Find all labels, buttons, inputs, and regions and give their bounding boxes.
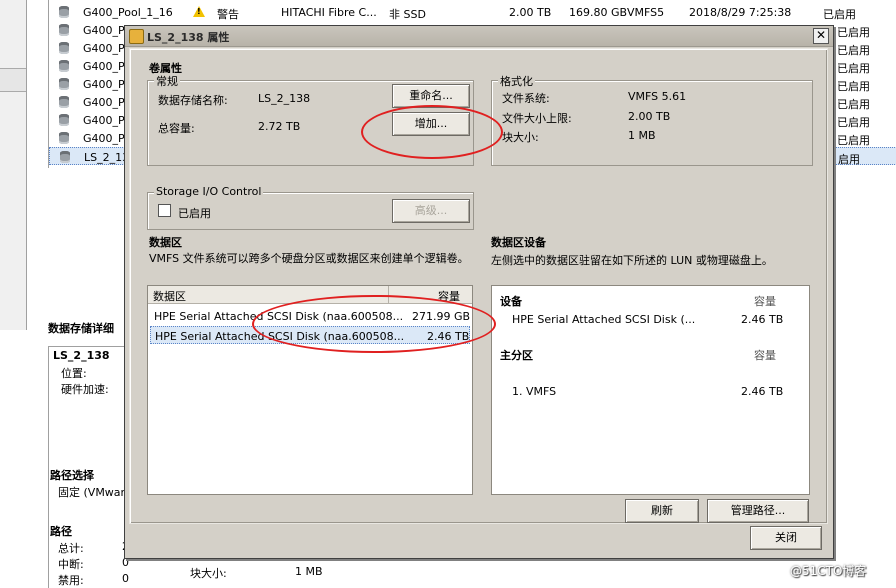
increase-button[interactable]: 增加... <box>392 112 470 136</box>
device-text: HITACHI Fibre C... <box>281 6 377 19</box>
dialog-titlebar[interactable]: LS_2_138 属性 ✕ <box>125 26 833 47</box>
sioc-enabled-label: 已启用 <box>178 207 211 220</box>
total-capacity-value: 2.72 TB <box>258 120 301 133</box>
drive-type-text: 非 SSD <box>389 8 426 21</box>
path-heading: 路径 <box>50 525 72 538</box>
datastore-icon <box>59 6 69 18</box>
datastore-icon <box>59 60 69 72</box>
close-button[interactable]: 关闭 <box>750 526 822 550</box>
general-group: 常规 数据存储名称: LS_2_138 总容量: 2.72 TB 重命名... … <box>147 73 474 166</box>
datastore-icon <box>59 132 69 144</box>
max-file-size-label: 文件大小上限: <box>502 112 572 125</box>
state-text: 已启用 <box>837 116 870 129</box>
column-separator <box>388 286 389 303</box>
datastore-name-value: LS_2_138 <box>258 92 311 105</box>
datastore-icon <box>59 114 69 126</box>
extent-name: HPE Serial Attached SCSI Disk (naa.60050… <box>155 330 405 343</box>
primary-partitions-label: 主分区 <box>500 349 533 362</box>
device-capacity: 2.46 TB <box>741 313 784 326</box>
disabled-value: 0 <box>122 572 129 585</box>
watermark-text: @51CTO博客 <box>790 564 867 578</box>
extents-list-header: 数据区 容量 <box>148 286 472 304</box>
device-capacity-label: 容量 <box>754 295 776 308</box>
datastore-name-label: 数据存储名称: <box>158 94 228 107</box>
datastore-name: LS_2_13 <box>84 151 130 164</box>
block-size-label: 块大小: <box>502 131 539 144</box>
close-icon[interactable]: ✕ <box>813 28 829 44</box>
path-select-heading: 路径选择 <box>50 469 94 482</box>
format-group: 格式化 文件系统: VMFS 5.61 文件大小上限: 2.00 TB 块大小:… <box>491 73 813 166</box>
warning-icon: ! <box>193 6 205 17</box>
disabled-label: 禁用: <box>58 574 84 587</box>
block-size-value: 1 MB <box>628 129 656 142</box>
filesystem-label: 文件系统: <box>502 92 550 105</box>
extents-heading: 数据区 <box>149 236 182 249</box>
capacity-text: 2.00 TB <box>509 6 552 19</box>
datastore-icon <box>129 29 144 44</box>
datastore-icon <box>59 78 69 90</box>
partition-capacity: 2.46 TB <box>741 385 784 398</box>
extents-list[interactable]: 数据区 容量 HPE Serial Attached SCSI Disk (na… <box>147 285 473 495</box>
partitions-capacity-label: 容量 <box>754 349 776 362</box>
extents-description: VMFS 文件系统可以跨多个硬盘分区或数据区来创建单个逻辑卷。 <box>149 252 469 265</box>
extent-name: HPE Serial Attached SCSI Disk (naa.60050… <box>154 310 404 323</box>
dialog-content: 卷属性 常规 数据存储名称: LS_2_138 总容量: 2.72 TB 重命名… <box>129 48 828 524</box>
total-label: 总计: <box>58 542 84 555</box>
free-text: 169.80 GB <box>569 6 628 19</box>
left-panel <box>0 0 27 330</box>
block-size-value: 1 MB <box>295 565 323 578</box>
sioc-group: Storage I/O Control 已启用 高级... <box>147 185 474 230</box>
hw-accel-label: 硬件加速: <box>61 383 109 396</box>
table-row[interactable]: G400_Pool_1_16 ! 警告 HITACHI Fibre C... 非… <box>49 3 896 21</box>
state-text: 已启用 <box>837 62 870 75</box>
extent-row[interactable]: HPE Serial Attached SCSI Disk (naa.60050… <box>150 307 470 325</box>
last-update-text: 2018/8/29 7:25:38 <box>689 6 792 19</box>
general-group-title: 常规 <box>154 73 180 89</box>
capacity-column-header[interactable]: 容量 <box>438 288 460 304</box>
sioc-enabled-checkbox[interactable] <box>158 204 171 217</box>
total-capacity-label: 总容量: <box>158 122 195 135</box>
advanced-button[interactable]: 高级... <box>392 199 470 223</box>
location-label: 位置: <box>61 367 87 380</box>
max-file-size-value: 2.00 TB <box>628 110 671 123</box>
status-text: 警告 <box>217 8 239 21</box>
format-group-title: 格式化 <box>498 73 535 89</box>
state-text: 已启用 <box>837 44 870 57</box>
extent-device-heading: 数据区设备 <box>491 236 546 249</box>
datastore-icon <box>60 151 70 163</box>
left-panel-tab[interactable] <box>0 68 26 92</box>
extent-device-panel: 设备 容量 HPE Serial Attached SCSI Disk (...… <box>491 285 810 495</box>
extent-capacity: 2.46 TB <box>427 330 470 343</box>
type-text: VMFS5 <box>627 6 665 19</box>
path-fixed-text: 固定 (VMware <box>58 486 132 499</box>
broken-label: 中断: <box>58 558 84 571</box>
details-datastore-name: LS_2_138 <box>53 349 110 362</box>
partition-name: 1. VMFS <box>512 385 557 398</box>
manage-paths-button[interactable]: 管理路径... <box>707 499 809 523</box>
sioc-group-title: Storage I/O Control <box>154 185 264 198</box>
device-name: HPE Serial Attached SCSI Disk (... <box>512 313 696 326</box>
extent-device-description: 左侧选中的数据区驻留在如下所述的 LUN 或物理磁盘上。 <box>491 254 773 267</box>
datastore-icon <box>59 24 69 36</box>
filesystem-value: VMFS 5.61 <box>628 90 687 103</box>
datastore-icon <box>59 42 69 54</box>
extent-row-selected[interactable]: HPE Serial Attached SCSI Disk (naa.60050… <box>150 326 470 344</box>
properties-dialog: LS_2_138 属性 ✕ 卷属性 常规 数据存储名称: LS_2_138 总容… <box>124 25 834 559</box>
state-text: 已启用 <box>823 8 856 21</box>
extent-capacity: 271.99 GB <box>412 310 471 323</box>
dialog-title: LS_2_138 属性 <box>147 31 230 44</box>
state-text: 已启用 <box>837 80 870 93</box>
state-text: 启用 <box>838 153 860 166</box>
device-label: 设备 <box>500 295 522 308</box>
rename-button[interactable]: 重命名... <box>392 84 470 108</box>
details-heading: 数据存储详细 <box>48 322 114 335</box>
state-text: 已启用 <box>837 26 870 39</box>
refresh-button[interactable]: 刷新 <box>625 499 699 523</box>
extent-column-header[interactable]: 数据区 <box>153 288 186 304</box>
block-size-label: 块大小: <box>190 567 227 580</box>
datastore-icon <box>59 96 69 108</box>
state-text: 已启用 <box>837 98 870 111</box>
datastore-name: G400_Pool_1_16 <box>83 6 173 19</box>
state-text: 已启用 <box>837 134 870 147</box>
